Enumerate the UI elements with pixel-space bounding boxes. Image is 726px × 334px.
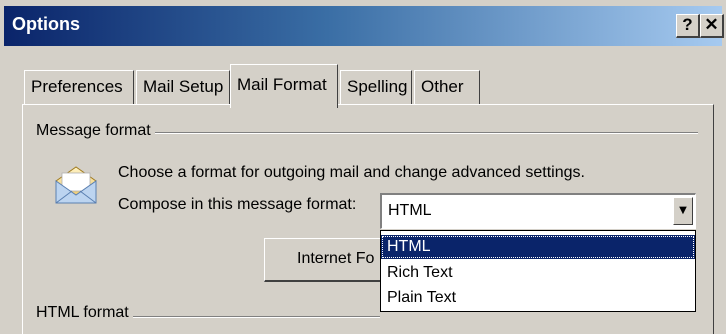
compose-format-dropdown: HTML Rich Text Plain Text [380, 230, 696, 312]
tab-other[interactable]: Other [414, 70, 480, 104]
dropdown-option-rich-text[interactable]: Rich Text [381, 261, 695, 285]
tab-mail-format[interactable]: Mail Format [230, 64, 338, 108]
envelope-icon [55, 166, 97, 204]
window-title: Options [12, 14, 80, 34]
html-format-label: HTML format [36, 304, 133, 322]
dropdown-option-html[interactable]: HTML [381, 235, 695, 259]
dropdown-option-plain-text[interactable]: Plain Text [381, 286, 695, 310]
close-button[interactable]: ✕ [700, 14, 724, 38]
options-dialog: Options ? ✕ Preferences Mail Setup Mail … [0, 0, 726, 334]
message-format-description: Choose a format for outgoing mail and ch… [118, 164, 585, 181]
tab-spelling[interactable]: Spelling [340, 70, 412, 104]
button-label: Internet Fo [297, 250, 375, 267]
tab-mail-setup[interactable]: Mail Setup [136, 70, 230, 104]
compose-format-value: HTML [388, 202, 432, 219]
compose-format-label: Compose in this message format: [118, 196, 357, 213]
tab-preferences[interactable]: Preferences [24, 70, 134, 104]
title-bar[interactable]: Options ? ✕ [4, 6, 724, 46]
help-button[interactable]: ? [676, 14, 700, 38]
message-format-label: Message format [36, 122, 155, 140]
tab-label: Other [421, 77, 464, 96]
tab-label: Preferences [31, 77, 123, 96]
tab-label: Spelling [347, 77, 408, 96]
tab-label: Mail Format [237, 75, 327, 94]
tab-label: Mail Setup [143, 77, 224, 96]
compose-format-select[interactable]: HTML ▼ [380, 193, 696, 229]
chevron-down-icon[interactable]: ▼ [673, 197, 693, 225]
